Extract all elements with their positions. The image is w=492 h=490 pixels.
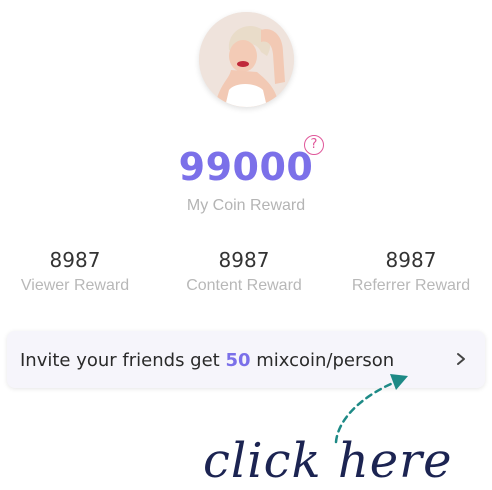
- stat-label: Content Reward: [186, 277, 302, 294]
- invite-amount: 50: [225, 350, 251, 371]
- invite-suffix: mixcoin/person: [250, 350, 395, 371]
- stat-label: Referrer Reward: [351, 277, 471, 294]
- chevron-right-icon[interactable]: [454, 350, 468, 368]
- avatar-image: [199, 12, 294, 107]
- stat-value: 8987: [49, 248, 101, 272]
- stat-referrer-reward: 8987 Referrer Reward: [329, 248, 492, 296]
- click-here-annotation: click here: [203, 433, 453, 489]
- coin-balance-label: My Coin Reward: [186, 197, 306, 214]
- invite-text: Invite your friends get 50 mixcoin/perso…: [20, 350, 394, 371]
- stat-label: Viewer Reward: [20, 277, 130, 294]
- avatar[interactable]: [199, 12, 294, 107]
- stat-viewer-reward: 8987 Viewer Reward: [0, 248, 157, 296]
- coin-balance-value: 99000: [178, 145, 314, 189]
- stat-value: 8987: [385, 248, 437, 272]
- stat-value: 8987: [218, 248, 270, 272]
- invite-prefix: Invite your friends get: [20, 350, 226, 371]
- stat-content-reward: 8987 Content Reward: [162, 248, 326, 296]
